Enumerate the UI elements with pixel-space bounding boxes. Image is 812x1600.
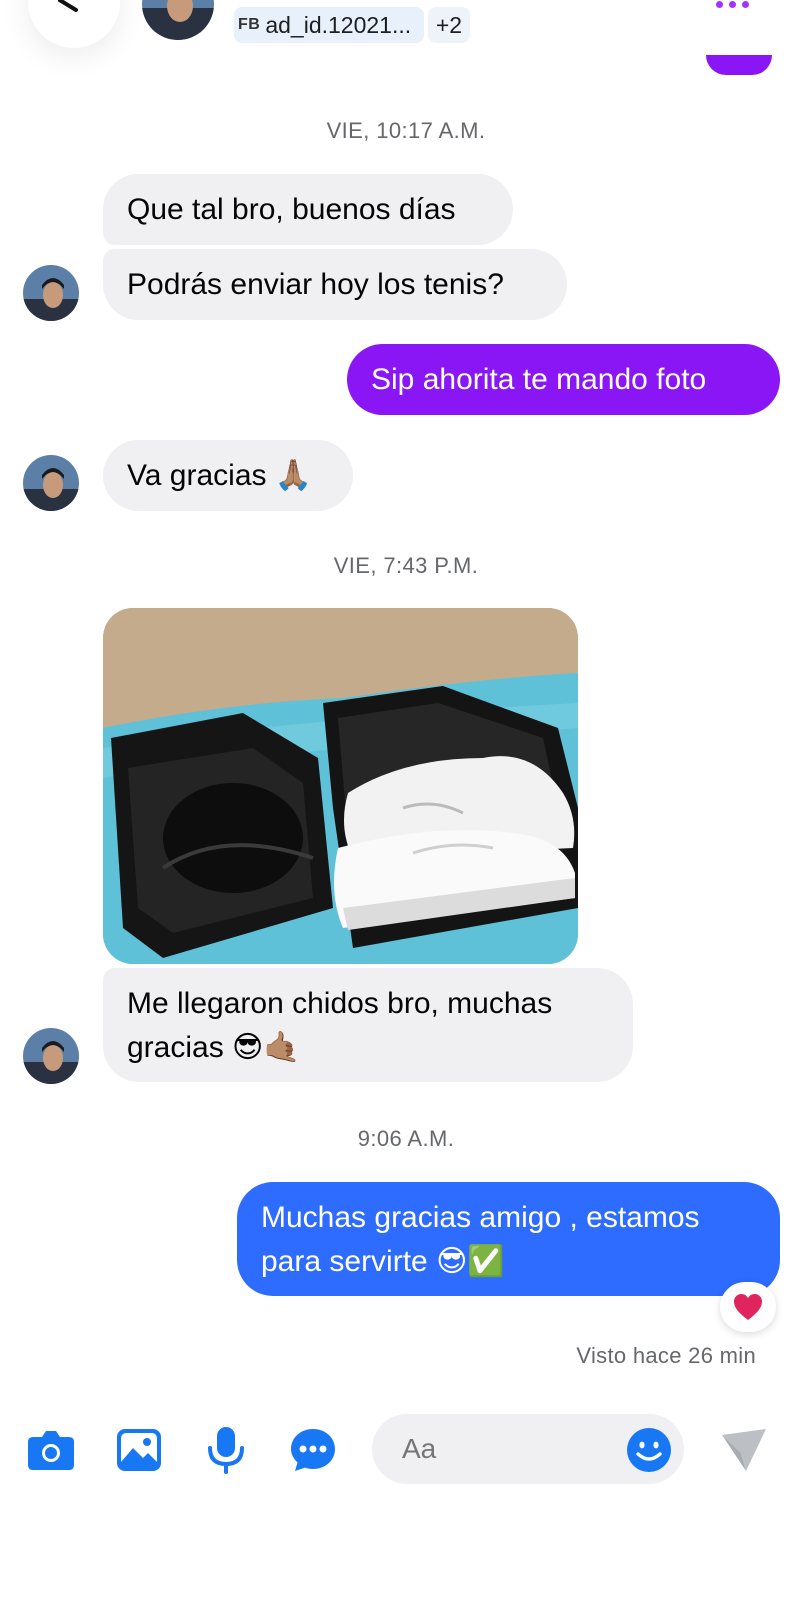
emoji-icon xyxy=(627,1428,671,1472)
conversation-header: FB ad_id.12021... +2 xyxy=(0,0,812,75)
camera-icon xyxy=(28,1431,74,1470)
emoji-button[interactable] xyxy=(626,1427,672,1473)
contact-avatar[interactable] xyxy=(142,0,214,40)
message-text-line: Me llegaron chidos bro, muchas xyxy=(127,987,553,1020)
contact-avatar-small[interactable] xyxy=(23,455,79,511)
ad-id-label: ad_id.12021... xyxy=(265,11,412,38)
ad-id-tag[interactable]: FB ad_id.12021... xyxy=(234,7,424,43)
contact-avatar-small[interactable] xyxy=(23,265,79,321)
incoming-message[interactable]: Me llegaron chidos bro, muchas gracias 😎… xyxy=(103,968,633,1082)
microphone-icon xyxy=(208,1427,244,1474)
message-input[interactable] xyxy=(402,1428,612,1470)
message-text-line: para servirte 😎✅ xyxy=(261,1245,505,1278)
message-text: Sip ahorita te mando foto xyxy=(371,363,707,396)
message-composer xyxy=(0,1400,812,1500)
back-button[interactable] xyxy=(28,0,120,48)
seen-status: Visto hace 26 min xyxy=(576,1343,756,1368)
more-options-icon[interactable] xyxy=(716,0,756,14)
message-text-line: gracias 😎🤙🏽 xyxy=(127,1031,301,1064)
gallery-icon xyxy=(117,1429,161,1471)
outgoing-message[interactable]: Sip ahorita te mando foto xyxy=(347,344,780,415)
contact-avatar-small[interactable] xyxy=(23,1028,79,1084)
incoming-message[interactable]: Que tal bro, buenos días xyxy=(103,174,513,245)
voice-button[interactable] xyxy=(200,1424,252,1476)
send-icon xyxy=(722,1429,766,1471)
more-tags-badge[interactable]: +2 xyxy=(428,7,470,43)
back-arrow-icon xyxy=(58,0,78,12)
outgoing-message[interactable]: Muchas gracias amigo , estamos para serv… xyxy=(237,1182,780,1296)
message-text: Podrás enviar hoy los tenis? xyxy=(127,268,504,301)
message-reaction[interactable] xyxy=(720,1282,776,1332)
message-text: Que tal bro, buenos días xyxy=(127,193,456,226)
timestamp-divider: VIE, 7:43 P.M. xyxy=(333,553,479,578)
gallery-button[interactable] xyxy=(113,1424,165,1476)
timestamp-divider: 9:06 A.M. xyxy=(357,1126,455,1151)
timestamp-divider: VIE, 10:17 A.M. xyxy=(326,118,486,143)
message-input-field[interactable] xyxy=(372,1414,684,1484)
message-text-line: Muchas gracias amigo , estamos xyxy=(261,1201,700,1234)
heart-icon xyxy=(734,1294,762,1320)
camera-button[interactable] xyxy=(25,1424,77,1476)
incoming-message[interactable]: Podrás enviar hoy los tenis? xyxy=(103,249,567,320)
chat-options-button[interactable] xyxy=(287,1424,339,1476)
chat-options-icon xyxy=(291,1429,335,1471)
fb-tag-prefix: FB xyxy=(238,16,261,33)
send-button[interactable] xyxy=(718,1424,770,1476)
incoming-message[interactable]: Va gracias 🙏🏽 xyxy=(103,440,353,511)
shared-photo[interactable] xyxy=(103,608,578,964)
previous-outgoing-bubble xyxy=(706,55,772,75)
message-text: Va gracias 🙏🏽 xyxy=(127,459,313,492)
